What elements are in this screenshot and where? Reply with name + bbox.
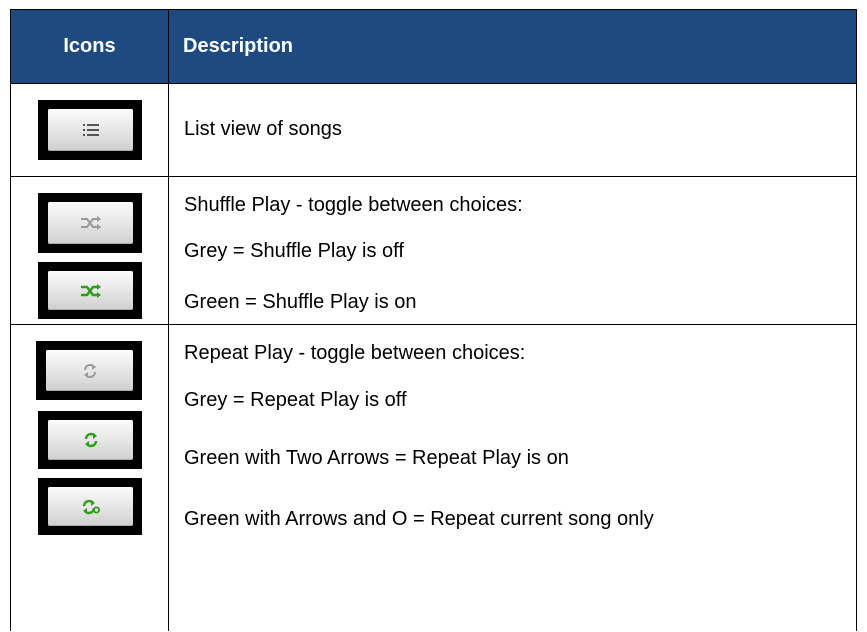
- header-icons: Icons: [63, 35, 116, 57]
- icons-description-table: Icons Description List view of songs Shu…: [10, 9, 857, 631]
- shuffle-off-tile: [38, 193, 142, 253]
- table-row: List view of songs: [11, 84, 856, 177]
- repeat-one-tile: [38, 478, 142, 535]
- row-description-green-arrows-o: Green with Arrows and O = Repeat current…: [184, 508, 654, 530]
- row-description: List view of songs: [184, 118, 342, 140]
- row-description-grey: Grey = Shuffle Play is off: [184, 240, 404, 262]
- shuffle-on-tile: [38, 262, 142, 319]
- repeat-on-tile: [38, 411, 142, 469]
- header-description: Description: [183, 35, 294, 57]
- table-row: Shuffle Play - toggle between choices: G…: [11, 177, 856, 325]
- row-description-grey: Grey = Repeat Play is off: [184, 389, 407, 411]
- row-description-title: Repeat Play - toggle between choices:: [184, 342, 526, 364]
- shuffle-grey-icon: [48, 202, 133, 244]
- repeat-grey-icon: [46, 350, 133, 391]
- column-divider: [168, 10, 169, 631]
- repeat-green-icon: [48, 420, 133, 460]
- row-description-green: Green = Shuffle Play is on: [184, 291, 417, 313]
- list-button-tile: [38, 100, 142, 160]
- table-row: Repeat Play - toggle between choices: Gr…: [11, 325, 856, 632]
- row-description-title: Shuffle Play - toggle between choices:: [184, 194, 523, 216]
- shuffle-green-icon: [48, 271, 133, 310]
- row-description-green-two-arrows: Green with Two Arrows = Repeat Play is o…: [184, 447, 569, 469]
- list-icon: [48, 109, 133, 151]
- repeat-one-green-icon: [48, 487, 133, 526]
- table-header: Icons Description: [11, 10, 856, 84]
- repeat-off-tile: [36, 341, 142, 400]
